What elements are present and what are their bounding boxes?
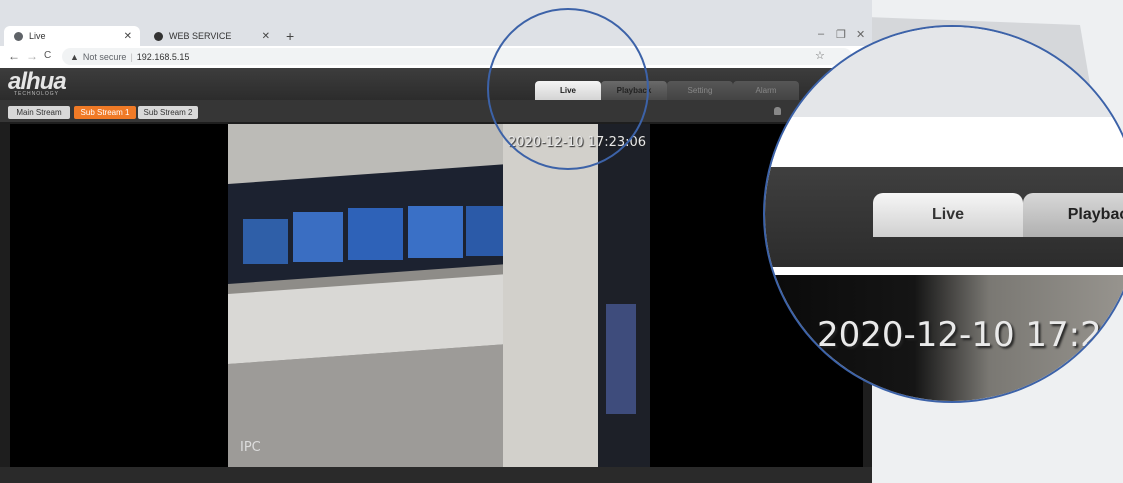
sub-stream-2-button[interactable]: Sub Stream 2: [138, 106, 198, 119]
address-bar[interactable]: ▲ Not secure | 192.168.5.15: [62, 48, 852, 65]
zoom-addressbar: [765, 117, 1123, 167]
separator: |: [130, 51, 133, 62]
tab-strip: Live ✕ WEB SERVICE ✕ + – ❐ ✕: [0, 0, 872, 46]
reload-button[interactable]: C: [44, 50, 51, 61]
tab-label: Live: [29, 31, 46, 41]
close-icon[interactable]: ✕: [124, 31, 132, 42]
stream-toolbar: Main Stream Sub Stream 1 Sub Stream 2: [0, 100, 872, 122]
app-header: alhua TECHNOLOGY Live Playback Setting A…: [0, 68, 872, 100]
url-text: 192.168.5.15: [136, 51, 190, 62]
tab-web-service[interactable]: WEB SERVICE ✕: [144, 26, 278, 46]
zoom-tab-live: Live: [873, 193, 1023, 237]
browser-window: Live ✕ WEB SERVICE ✕ + – ❐ ✕ ← → C ▲ Not…: [0, 0, 872, 483]
warning-icon: ▲: [70, 51, 79, 62]
back-button[interactable]: ←: [8, 49, 20, 63]
camera-scene: [228, 124, 650, 467]
new-tab-button[interactable]: +: [286, 28, 294, 44]
logo-subtitle: TECHNOLOGY: [14, 91, 60, 97]
tab-label: WEB SERVICE: [169, 31, 232, 41]
tab-setting[interactable]: Setting: [667, 81, 733, 100]
sub-stream-1-button[interactable]: Sub Stream 1: [74, 106, 136, 119]
zoom-tab-playback: Playbac: [1023, 193, 1123, 237]
address-bar-row: ← → C ▲ Not secure | 192.168.5.15 ☆: [0, 46, 872, 69]
globe-icon: [14, 31, 23, 41]
tab-live[interactable]: Live ✕: [4, 26, 140, 46]
channel-label: IPC: [240, 440, 261, 455]
zoom-timestamp: 2020-12-10 17:23:0: [817, 315, 1123, 355]
zoom-tabstrip: [765, 27, 1123, 117]
zoom-source-circle: [487, 8, 649, 170]
close-icon[interactable]: ✕: [262, 31, 270, 42]
camera-feed[interactable]: [228, 124, 650, 467]
security-label: Not secure: [82, 51, 127, 62]
zoom-callout: Live Playbac 2020-12-10 17:23:0: [763, 25, 1123, 403]
main-stream-button[interactable]: Main Stream: [8, 106, 70, 119]
favicon-icon: [154, 31, 163, 41]
forward-button[interactable]: →: [26, 49, 38, 63]
bottom-toolbar: [0, 467, 872, 483]
